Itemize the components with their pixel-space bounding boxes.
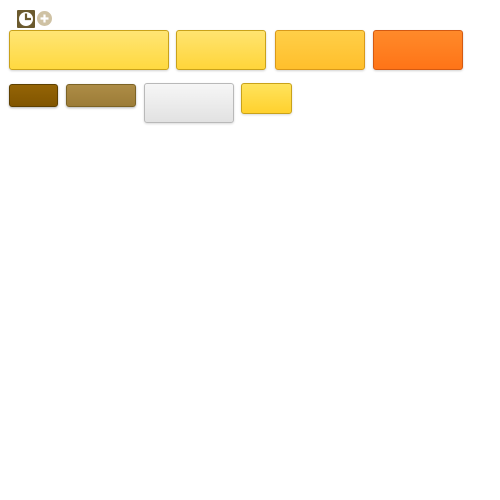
plus-circle-icon[interactable]	[36, 10, 53, 27]
swatch-yellow-wide[interactable]	[9, 30, 169, 70]
clock-icon[interactable]	[17, 10, 35, 28]
swatch-orange[interactable]	[373, 30, 463, 70]
swatch-light-brown[interactable]	[66, 84, 136, 107]
swatch-yellow[interactable]	[176, 30, 266, 70]
swatch-dark-brown[interactable]	[9, 84, 58, 107]
swatch-yellow-small[interactable]	[241, 83, 292, 114]
swatch-light-gray[interactable]	[144, 83, 234, 123]
swatch-amber[interactable]	[275, 30, 365, 70]
